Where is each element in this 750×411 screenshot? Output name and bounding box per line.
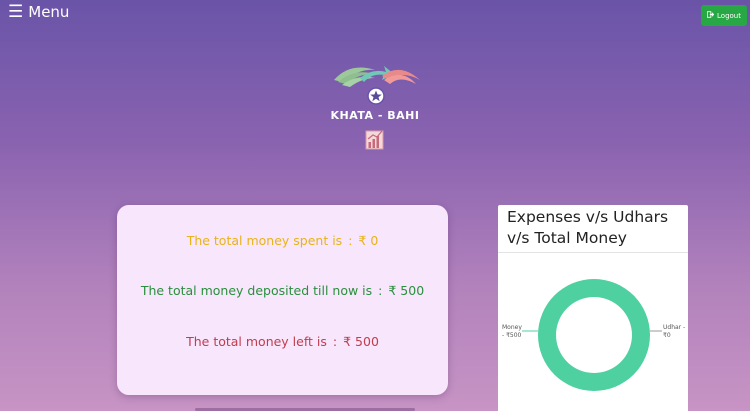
separator: : xyxy=(332,334,338,349)
left-value: ₹ 500 xyxy=(343,334,379,349)
separator: : xyxy=(378,283,383,298)
slice-label-udhar: ₹0 xyxy=(663,332,671,339)
logout-icon xyxy=(706,11,715,20)
separator: : xyxy=(348,233,353,248)
spent-line: The total money spent is: ₹ 0 xyxy=(117,233,448,248)
spent-value: ₹ 0 xyxy=(358,233,379,248)
spent-label: The total money spent is xyxy=(186,233,343,248)
left-label: The total money left is xyxy=(186,334,327,349)
logout-button[interactable]: Logout xyxy=(701,5,747,26)
chart-title: Expenses v/s Udhars v/s Total Money xyxy=(507,208,669,247)
slice-label-udhar: Udhar - xyxy=(663,324,685,331)
bar-chart-icon xyxy=(365,128,385,154)
logo-emblem-icon xyxy=(334,66,420,105)
slice-label-money: - ₹500 xyxy=(502,332,522,339)
logout-label: Logout xyxy=(717,11,741,20)
summary-card: The total money spent is: ₹ 0 The total m… xyxy=(117,205,448,395)
chart-card: Expenses v/s Udhars v/s Total Money Mone… xyxy=(498,205,688,411)
slice-label-money: Money xyxy=(502,324,522,331)
hamburger-icon: ☰ xyxy=(8,1,24,22)
logo-title: KHATA - BAHI xyxy=(330,109,420,122)
deposited-label: The total money deposited till now is xyxy=(140,283,373,298)
slice-money[interactable] xyxy=(538,279,650,391)
deposited-line: The total money deposited till now is: ₹ … xyxy=(117,283,448,298)
deposited-value: ₹ 500 xyxy=(388,283,425,298)
menu-label: Menu xyxy=(28,3,70,21)
app-logo: KHATA - BAHI xyxy=(320,58,430,158)
menu-button[interactable]: ☰ Menu xyxy=(8,3,69,21)
left-line: The total money left is: ₹ 500 xyxy=(117,334,448,349)
donut-chart: Money- ₹500 Udhar -₹0 xyxy=(502,279,685,391)
